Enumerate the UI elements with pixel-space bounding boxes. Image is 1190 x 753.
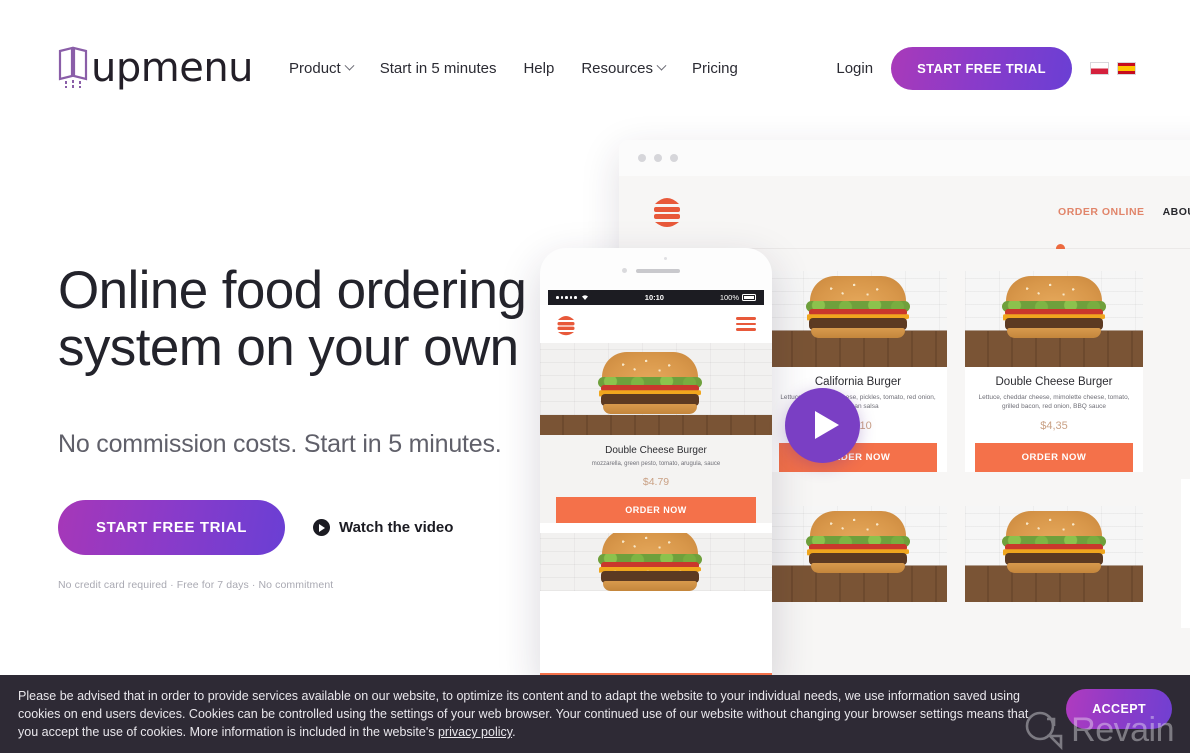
menu-card[interactable]: Double Cheese Burger Lettuce, cheddar ch… (965, 271, 1143, 472)
burger-photo (965, 506, 1143, 602)
window-dot-icon (654, 154, 662, 162)
phone-mockup: 10:10 100% Double Cheese Burger mozzarel… (540, 248, 772, 680)
upmenu-book-logo-icon (56, 45, 90, 91)
restaurant-burger-logo-icon (652, 191, 682, 233)
phone-burger-photo-second (540, 532, 772, 591)
cookie-consent-banner: Please be advised that in order to provi… (0, 675, 1190, 753)
cookie-text-tail: . (512, 725, 516, 739)
menu-cards-row-second (757, 472, 1190, 602)
battery-icon (742, 294, 756, 301)
login-link[interactable]: Login (836, 60, 873, 77)
header-actions: Login START FREE TRIAL (836, 46, 1136, 90)
nav-item-resources[interactable]: Resources (581, 59, 667, 77)
site-header: upmenu Product Start in 5 minutes Help R… (0, 0, 1190, 136)
browser-chrome-bar (619, 140, 1190, 176)
menu-card-title: Double Cheese Burger (995, 376, 1113, 388)
menu-card-description: Lettuce, cheddar cheese, mimolette chees… (978, 394, 1130, 410)
language-switcher (1090, 61, 1136, 75)
phone-order-now-button[interactable]: ORDER NOW (556, 496, 756, 523)
nav-item-pricing[interactable]: Pricing (692, 60, 738, 77)
header-start-free-trial-button[interactable]: START FREE TRIAL (891, 46, 1072, 90)
burger-photo (965, 271, 1143, 367)
hero-subheadline: No commission costs. Start in 5 minutes. (58, 430, 502, 458)
main-nav: Product Start in 5 minutes Help Resource… (289, 60, 738, 77)
phone-menu-card[interactable]: Double Cheese Burger mozzarella, green p… (540, 435, 772, 523)
nav-item-label: Start in 5 minutes (379, 59, 497, 77)
phone-speaker-icon (636, 269, 680, 273)
nav-item-help[interactable]: Help (523, 60, 554, 77)
page-root: upmenu Product Start in 5 minutes Help R… (0, 0, 1190, 753)
burger-illustration (804, 276, 912, 339)
window-dot-icon (638, 154, 646, 162)
battery-status: 100% (720, 293, 756, 302)
burger-illustration (596, 532, 716, 591)
phone-card-price: $4.79 (642, 475, 670, 488)
hero-fineprint: No credit card required · Free for 7 day… (58, 579, 334, 591)
flag-pl-icon[interactable] (1090, 61, 1109, 75)
menu-card-title: California Burger (814, 376, 902, 388)
nav-item-label: Pricing (692, 59, 738, 77)
signal-icon (556, 294, 589, 301)
burger-photo (769, 271, 947, 367)
battery-percent-label: 100% (719, 293, 739, 302)
watch-video-label: Watch the video (338, 519, 454, 536)
phone-status-bar: 10:10 100% (548, 290, 764, 305)
order-now-button[interactable]: ORDER NOW (975, 443, 1133, 472)
burger-illustration (804, 511, 912, 574)
hero-cta-row: START FREE TRIAL Watch the video (58, 500, 528, 555)
privacy-policy-link[interactable]: privacy policy (438, 725, 512, 739)
restaurant-nav-links: ORDER ONLINE ABOUT US RE (1058, 206, 1190, 218)
hero-start-free-trial-button[interactable]: START FREE TRIAL (58, 500, 285, 555)
phone-sensor-icon (664, 257, 667, 260)
play-icon (312, 519, 330, 536)
watch-video-link[interactable]: Watch the video (312, 519, 454, 536)
menu-card[interactable] (965, 506, 1143, 602)
burger-photo (769, 506, 947, 602)
hamburger-menu-icon[interactable] (736, 317, 756, 331)
cookie-consent-text: Please be advised that in order to provi… (18, 687, 1048, 741)
brand-logo[interactable]: upmenu (56, 45, 254, 91)
restaurant-site-nav: ORDER ONLINE ABOUT US RE (619, 176, 1190, 248)
burger-illustration (1000, 511, 1108, 574)
cookie-text-body: Please be advised that in order to provi… (18, 689, 1029, 739)
restaurant-burger-logo-icon (556, 311, 576, 338)
flag-es-icon[interactable] (1117, 61, 1136, 75)
phone-burger-photo (540, 343, 772, 435)
phone-screen: Double Cheese Burger mozzarella, green p… (540, 305, 772, 680)
phone-app-nav (540, 305, 772, 343)
phone-card-description: mozzarella, green pesto, tomato, arugula… (591, 461, 721, 467)
status-bar-time: 10:10 (644, 293, 664, 302)
nav-item-label: Help (523, 59, 555, 77)
burger-illustration (596, 352, 716, 420)
cart-summary-panel: 1x ha Min Del Tot (1181, 479, 1190, 628)
menu-card[interactable] (769, 506, 947, 602)
menu-card-price: $4,35 (1040, 420, 1068, 432)
burger-illustration (1000, 276, 1108, 339)
nav-item-product[interactable]: Product (289, 59, 355, 77)
brand-name: upmenu (91, 45, 254, 91)
page-title: Online food ordering system on your own (58, 261, 527, 377)
hero-content: Online food ordering system on your own … (58, 262, 528, 591)
chevron-down-icon (656, 60, 667, 71)
video-play-button[interactable] (785, 388, 860, 463)
nav-item-start-in-5-minutes[interactable]: Start in 5 minutes (380, 60, 497, 77)
phone-card-title: Double Cheese Burger (605, 445, 707, 456)
phone-top-bezel (540, 248, 772, 290)
accept-cookies-button[interactable]: ACCEPT (1066, 689, 1172, 729)
nav-item-label: Product (289, 59, 341, 77)
chevron-down-icon (344, 60, 355, 71)
window-dot-icon (670, 154, 678, 162)
nav-item-label: Resources (581, 59, 654, 77)
phone-camera-icon (622, 268, 627, 273)
restaurant-nav-order-online[interactable]: ORDER ONLINE (1058, 206, 1145, 218)
restaurant-nav-about-us[interactable]: ABOUT US (1163, 206, 1190, 218)
